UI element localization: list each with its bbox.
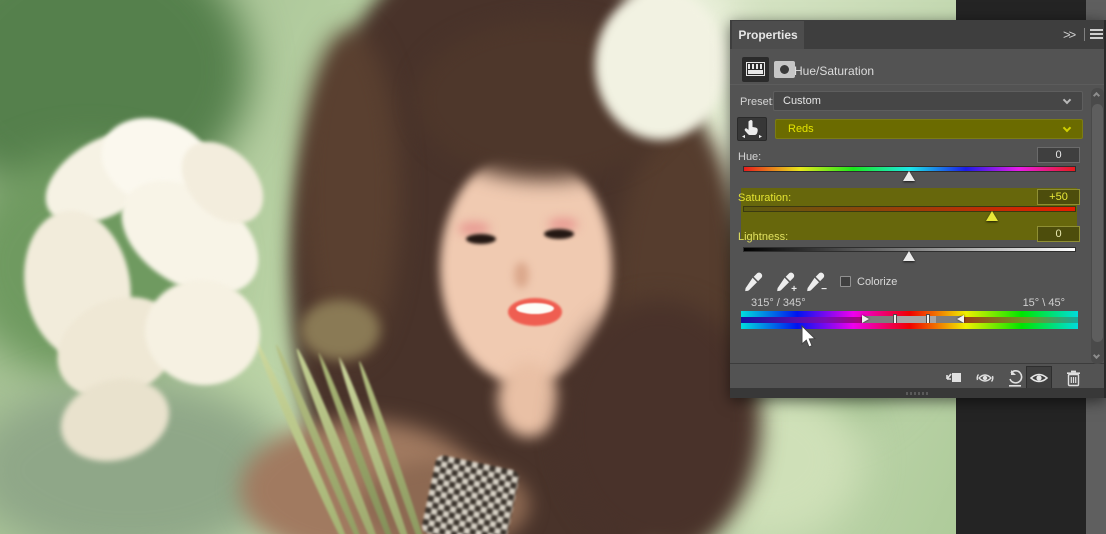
saturation-slider-thumb[interactable] xyxy=(986,211,998,221)
header-divider xyxy=(730,84,1104,85)
eyedropper-minus-icon[interactable]: − xyxy=(804,271,827,295)
view-previous-state-button[interactable] xyxy=(972,366,998,390)
saturation-label: Saturation: xyxy=(738,192,792,204)
eyedropper-icon[interactable] xyxy=(742,271,764,293)
chevron-down-icon xyxy=(1062,95,1072,105)
panel-menu-icon[interactable] xyxy=(1090,29,1103,39)
preset-dropdown[interactable]: Custom xyxy=(773,91,1083,111)
hue-value-input[interactable]: 0 xyxy=(1037,147,1080,163)
adjustment-title: Hue/Saturation xyxy=(794,64,875,78)
panel-tab-bar: Properties >> xyxy=(730,20,1104,49)
panel-footer xyxy=(730,388,1104,398)
range-right-label: 15° \ 45° xyxy=(1022,297,1065,309)
clip-to-layer-button[interactable] xyxy=(940,366,966,390)
preset-label: Preset: xyxy=(740,96,775,108)
eye-icon xyxy=(1029,373,1049,383)
photo-eye-right xyxy=(544,229,574,239)
eyedropper-plus-icon[interactable]: + xyxy=(774,271,797,295)
colorize-label: Colorize xyxy=(857,276,898,288)
trash-icon xyxy=(1066,370,1080,386)
photo-eyeshadow-left xyxy=(458,222,490,235)
toggle-visibility-button[interactable] xyxy=(1026,366,1052,390)
toolbar-divider xyxy=(730,363,1104,364)
scrollbar-thumb[interactable] xyxy=(1092,104,1103,342)
range-left-label: 315° / 345° xyxy=(751,297,806,309)
range-feather-right-handle[interactable] xyxy=(957,315,964,323)
channel-value: Reds xyxy=(788,123,814,135)
clip-to-layer-icon xyxy=(946,373,961,382)
collapse-panel-icon[interactable]: >> xyxy=(1063,27,1076,42)
reset-button[interactable] xyxy=(1002,366,1028,390)
targeted-adjustment-tool-button[interactable] xyxy=(737,117,767,141)
delete-adjustment-button[interactable] xyxy=(1060,366,1086,390)
panel-resize-grip[interactable] xyxy=(906,392,928,395)
panel-scrollbar[interactable] xyxy=(1091,88,1104,364)
adjustment-layer-icon xyxy=(742,57,769,82)
saturation-highlight-region xyxy=(741,188,1077,240)
lightness-value-input[interactable]: 0 xyxy=(1037,226,1080,242)
layer-mask-icon[interactable] xyxy=(774,61,795,78)
preset-value: Custom xyxy=(783,95,821,107)
chevron-down-icon xyxy=(1062,123,1072,133)
hue-label: Hue: xyxy=(738,151,762,163)
photo-teeth xyxy=(516,303,554,314)
reset-arrow-icon xyxy=(1009,369,1023,387)
lightness-slider-thumb[interactable] xyxy=(903,251,915,261)
photo-nose-shadow xyxy=(514,262,529,288)
range-feather-left-handle[interactable] xyxy=(862,315,869,323)
saturation-value-input[interactable]: +50 xyxy=(1037,189,1080,205)
tab-bar-divider xyxy=(1084,28,1085,41)
colorize-checkbox[interactable] xyxy=(840,276,851,287)
mouse-cursor xyxy=(801,325,817,348)
tab-properties[interactable]: Properties xyxy=(732,21,804,49)
channel-dropdown[interactable]: Reds xyxy=(775,119,1083,139)
scroll-up-icon[interactable] xyxy=(1092,91,1101,100)
hand-pointer-icon xyxy=(742,120,762,139)
properties-panel: Properties >> Hue/Saturation Preset: Cus… xyxy=(730,20,1106,398)
lightness-label: Lightness: xyxy=(738,231,789,243)
saturation-slider[interactable] xyxy=(743,206,1076,212)
photoshop-workspace: Properties >> Hue/Saturation Preset: Cus… xyxy=(0,0,1106,534)
scroll-down-icon[interactable] xyxy=(1092,351,1101,360)
hue-ramp-bottom xyxy=(741,323,1078,329)
photo-eye-left xyxy=(466,234,496,244)
photo-neck xyxy=(498,362,560,437)
eye-history-icon xyxy=(976,374,994,382)
hue-slider-thumb[interactable] xyxy=(903,171,915,181)
